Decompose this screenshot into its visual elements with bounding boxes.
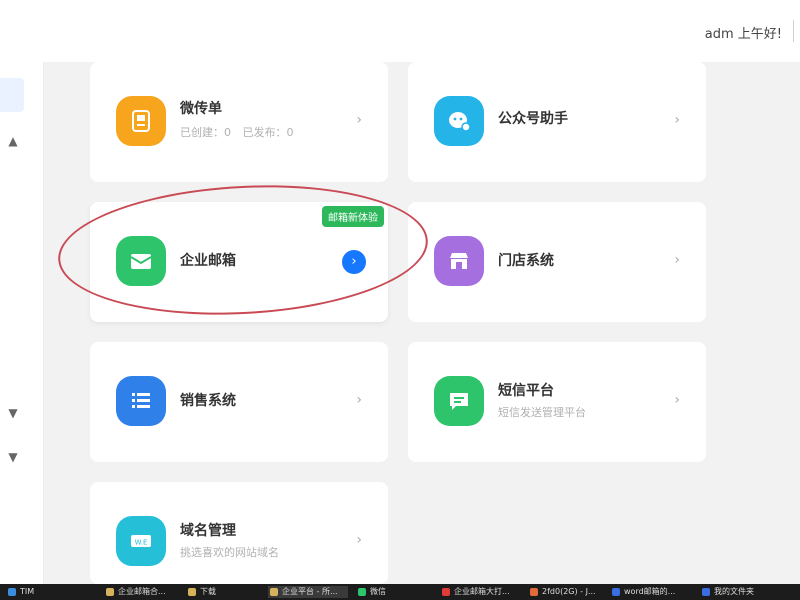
taskbar-item[interactable]: 微信 (356, 586, 416, 598)
card-title: 门店系统 (498, 253, 554, 269)
taskbar-item[interactable]: 企业邮箱大打... (440, 586, 520, 598)
chat-bubble-icon (434, 96, 484, 146)
stat-published: 已发布：0 (242, 126, 294, 139)
card-title: 短信平台 (498, 383, 554, 399)
store-icon (434, 236, 484, 286)
taskbar-item[interactable]: 我的文件夹 (700, 586, 790, 598)
top-bar: adm 上午好! (0, 0, 800, 62)
card-domain-management[interactable]: W.E 域名管理 挑选喜欢的网站域名 › (90, 482, 388, 584)
taskbar-item[interactable]: word邮箱的... (610, 586, 692, 598)
chevron-down-icon[interactable]: ▼ (6, 406, 20, 420)
taskbar-item[interactable]: 企业平台 - 所... (268, 586, 348, 598)
chevron-right-icon[interactable]: › (342, 250, 366, 274)
svg-text:W.E: W.E (135, 539, 148, 547)
topbar-divider (793, 20, 794, 42)
card-title: 微传单 (180, 101, 222, 117)
status-badge: 邮箱新体验 (322, 206, 384, 227)
chevron-down-icon[interactable]: ▼ (6, 450, 20, 464)
card-title: 公众号助手 (498, 111, 568, 127)
card-title: 企业邮箱 (180, 253, 236, 269)
chevron-right-icon[interactable]: › (356, 392, 362, 408)
list-icon (116, 376, 166, 426)
card-flyer[interactable]: 微传单 已创建：0 已发布：0 › (90, 62, 388, 182)
taskbar-item[interactable]: 企业邮箱合... (104, 586, 174, 598)
card-official-account[interactable]: 公众号助手 › (408, 62, 706, 182)
card-stats: 已创建：0 已发布：0 (180, 124, 302, 140)
domain-icon: W.E (116, 516, 166, 566)
mail-icon (116, 236, 166, 286)
taskbar-item[interactable]: TIM (6, 586, 66, 598)
card-subtitle: 挑选喜欢的网站域名 (180, 546, 279, 559)
stat-created: 已创建：0 (180, 126, 231, 139)
taskbar-item[interactable]: 2fd0(2G) - J... (528, 586, 604, 598)
sidebar-selected-item[interactable] (0, 78, 24, 112)
card-title: 域名管理 (180, 523, 236, 539)
sidebar: ▲ ▼ ▼ (0, 62, 44, 584)
card-sales-system[interactable]: 销售系统 › (90, 342, 388, 462)
card-subtitle: 短信发送管理平台 (498, 406, 586, 419)
card-title: 销售系统 (180, 393, 236, 409)
card-enterprise-mail[interactable]: 邮箱新体验 企业邮箱 › (90, 202, 388, 322)
chevron-right-icon[interactable]: › (674, 252, 680, 268)
taskbar-item[interactable]: 下载 (186, 586, 256, 598)
card-store-system[interactable]: 门店系统 › (408, 202, 706, 322)
user-greeting[interactable]: adm 上午好! (705, 23, 782, 42)
card-sms-platform[interactable]: 短信平台 短信发送管理平台 › (408, 342, 706, 462)
chevron-right-icon[interactable]: › (674, 392, 680, 408)
chevron-right-icon[interactable]: › (356, 532, 362, 548)
chevron-right-icon[interactable]: › (674, 112, 680, 128)
chevron-up-icon[interactable]: ▲ (6, 134, 20, 148)
chevron-right-icon[interactable]: › (356, 112, 362, 128)
message-icon (434, 376, 484, 426)
taskbar: TIM 企业邮箱合... 下载 企业平台 - 所... 微信 企业邮箱大打...… (0, 584, 800, 600)
flyer-icon (116, 96, 166, 146)
